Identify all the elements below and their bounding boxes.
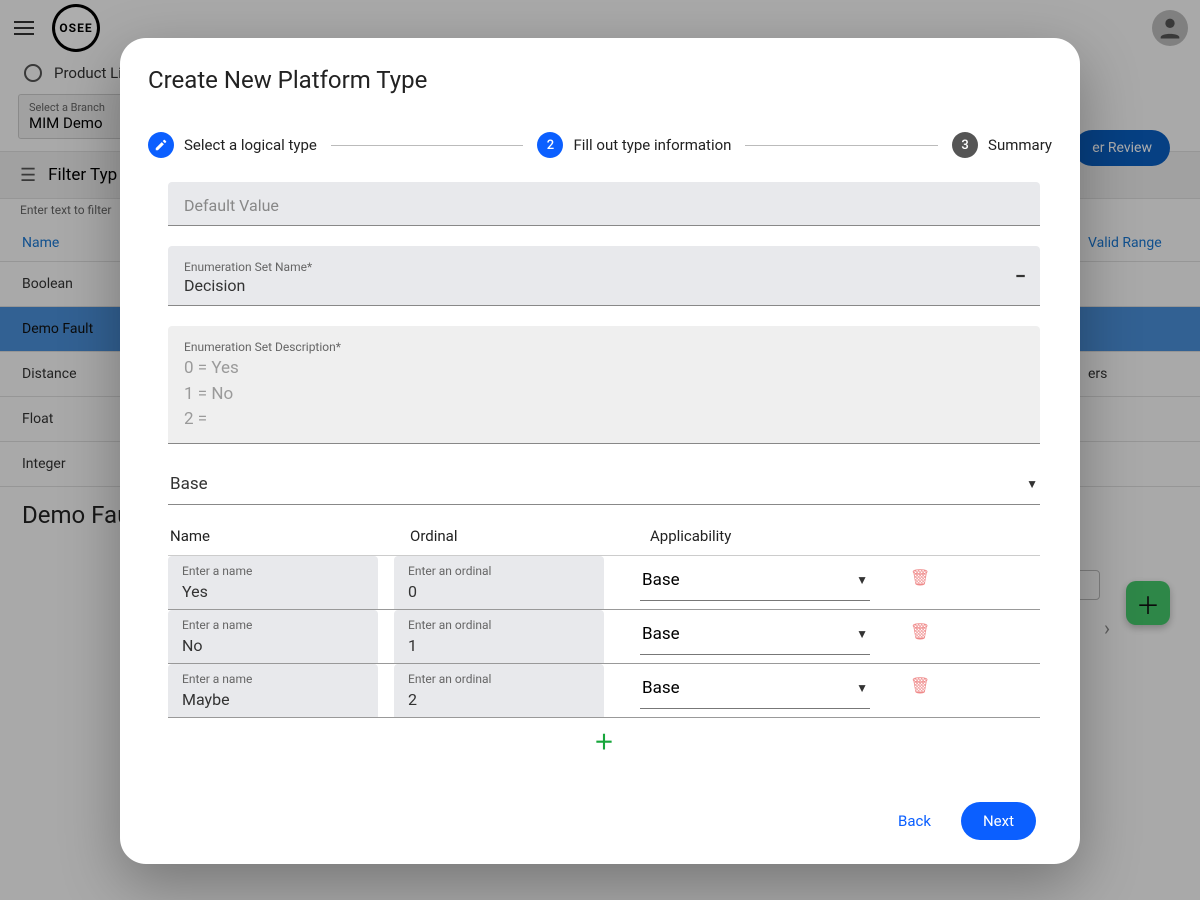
back-button[interactable]: Back [892,804,937,838]
col-enum-ordinal: Ordinal [410,527,650,545]
enum-ordinal-input[interactable] [394,632,604,663]
enum-name-input[interactable] [168,578,378,609]
enum-set-desc-field[interactable]: Enumeration Set Description* 0 = Yes 1 =… [168,326,1040,444]
add-enum-icon[interactable]: ＋ [594,730,614,754]
create-platform-type-dialog: Create New Platform Type Select a logica… [120,38,1080,864]
chevron-down-icon: ▼ [856,627,868,641]
base-applicability-select[interactable]: Base ▼ [168,464,1040,505]
enum-applicability-select[interactable]: Base ▼ [640,672,870,709]
step-1[interactable]: Select a logical type [148,132,317,158]
default-value-field[interactable]: Default Value [168,182,1040,226]
stepper: Select a logical type 2 Fill out type in… [120,98,1080,176]
step-3[interactable]: 3 Summary [952,132,1052,158]
enum-name-input[interactable] [168,632,378,663]
minus-icon[interactable]: − [1015,264,1026,288]
enum-ordinal-input[interactable] [394,686,604,717]
chevron-down-icon: ▼ [856,681,868,695]
enum-applicability-select[interactable]: Base ▼ [640,564,870,601]
trash-icon[interactable]: 🗑 [910,676,930,695]
next-button[interactable]: Next [961,802,1036,840]
enum-applicability-select[interactable]: Base ▼ [640,618,870,655]
trash-icon[interactable]: 🗑 [910,622,930,641]
enum-set-name-field[interactable]: Enumeration Set Name* − [168,246,1040,306]
col-enum-name: Name [170,527,410,545]
chevron-down-icon: ▼ [856,573,868,587]
col-enum-applicability: Applicability [650,527,1038,545]
dialog-title: Create New Platform Type [120,66,1080,98]
pencil-icon [148,132,174,158]
step-2[interactable]: 2 Fill out type information [537,132,731,158]
enum-row: Enter a name Enter an ordinal Base ▼ 🗑 [168,610,1040,664]
enum-ordinal-input[interactable] [394,578,604,609]
chevron-down-icon: ▼ [1026,477,1038,491]
enum-row: Enter a name Enter an ordinal Base ▼ 🗑 [168,556,1040,610]
enum-set-name-input[interactable] [184,276,1024,295]
trash-icon[interactable]: 🗑 [910,568,930,587]
enum-row: Enter a name Enter an ordinal Base ▼ 🗑 [168,664,1040,718]
enum-name-input[interactable] [168,686,378,717]
